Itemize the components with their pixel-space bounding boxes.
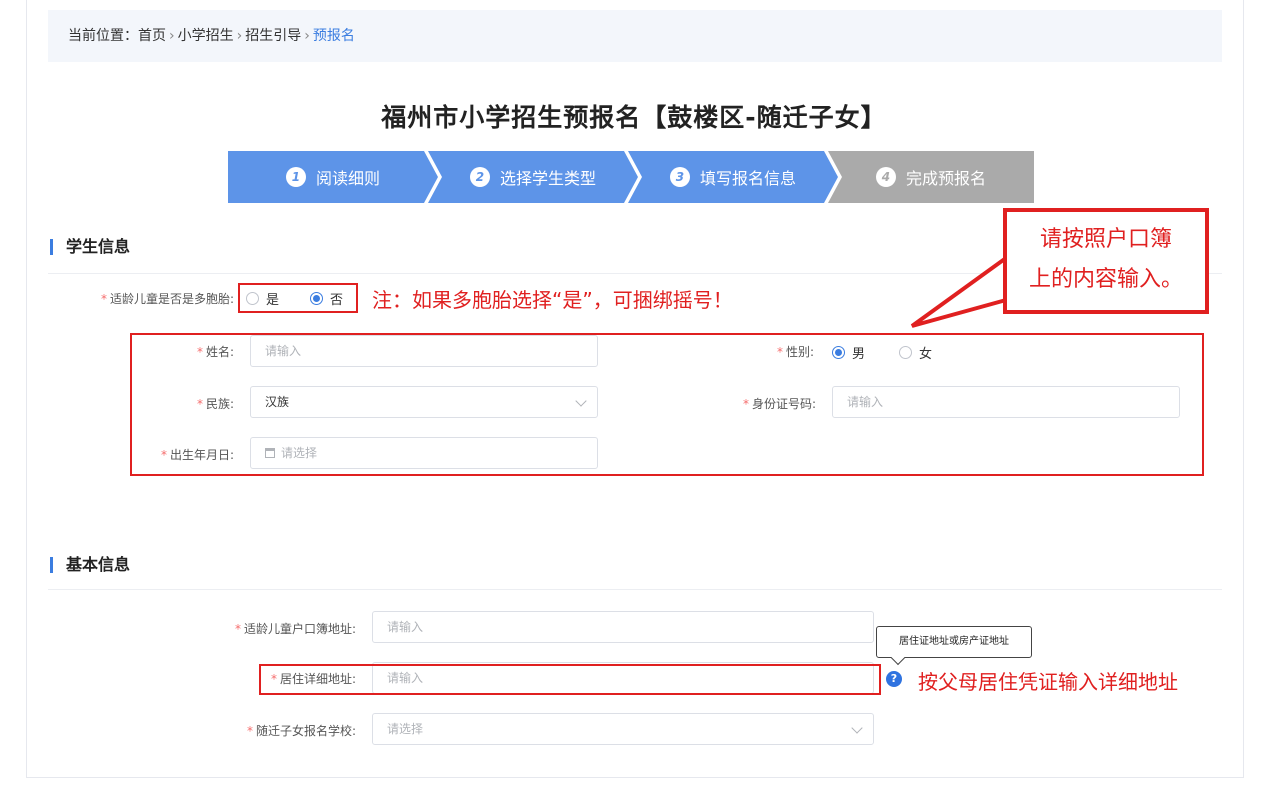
divider: [48, 589, 1222, 590]
calendar-icon: [265, 448, 275, 458]
step-complete: 4 完成预报名: [828, 151, 1034, 203]
step-read-rules: 1 阅读细则: [228, 151, 438, 203]
progress-steps: 1 阅读细则 2 选择学生类型 3 填写报名信息 4 完成预报名: [228, 151, 1034, 203]
breadcrumb-separator: ›: [236, 28, 243, 44]
chevron-down-icon: [575, 395, 587, 407]
residence-note: 按父母居住凭证输入详细地址: [918, 670, 1178, 694]
page-title: 福州市小学招生预报名【鼓楼区-随迁子女】: [381, 103, 887, 132]
section-title-basic: 基本信息: [50, 555, 130, 575]
multi-birth-label: * 适龄儿童是否是多胞胎:: [100, 292, 234, 306]
chevron-down-icon: [851, 722, 863, 734]
step-number: 3: [669, 167, 690, 187]
step-number: 2: [469, 167, 490, 187]
breadcrumb-home[interactable]: 首页: [138, 28, 166, 44]
annotation-box-residence: [259, 664, 881, 695]
breadcrumb-separator: ›: [304, 28, 310, 44]
step-number: 1: [285, 167, 306, 187]
step-select-student-type: 2 选择学生类型: [428, 151, 638, 203]
school-placeholder: 请选择: [387, 722, 424, 736]
birthdate-label: * 出生年月日:: [160, 448, 234, 462]
breadcrumb-guide[interactable]: 招生引导: [245, 28, 301, 44]
multi-birth-note: 注：如果多胞胎选择“是”，可捆绑摇号！: [372, 288, 733, 312]
ethnicity-select[interactable]: 汉族: [250, 386, 598, 418]
name-label: * 姓名:: [196, 345, 234, 359]
hukou-address-input[interactable]: 请输入: [372, 611, 874, 643]
ethnicity-value: 汉族: [265, 395, 290, 409]
birthdate-picker[interactable]: 请选择: [250, 437, 598, 469]
step-fill-info: 3 填写报名信息: [628, 151, 838, 203]
question-icon[interactable]: ?: [886, 671, 902, 687]
callout-hukou-note: 请按照户口簿 上的内容输入。: [1003, 208, 1209, 314]
gender-label: * 性别:: [776, 345, 814, 359]
ethnicity-label: * 民族:: [196, 397, 234, 411]
school-label: * 随迁子女报名学校:: [246, 724, 356, 738]
breadcrumb-prefix: 当前位置：: [68, 28, 138, 44]
residence-tooltip: 居住证地址或房产证地址: [876, 626, 1032, 658]
section-title-student: 学生信息: [50, 237, 130, 257]
breadcrumb-primary-enrollment[interactable]: 小学招生: [178, 28, 234, 44]
gender-female-radio[interactable]: 女: [899, 343, 932, 362]
step-label: 选择学生类型: [499, 169, 596, 188]
callout-line-1: 请按照户口簿: [1039, 227, 1172, 252]
name-input[interactable]: 请输入: [250, 335, 598, 367]
annotation-box-multi-birth: [238, 283, 358, 313]
school-select[interactable]: 请选择: [372, 713, 874, 745]
gender-male-radio[interactable]: 男: [832, 343, 865, 362]
radio-circle: [899, 346, 912, 359]
step-label: 完成预报名: [905, 169, 986, 188]
step-label: 阅读细则: [315, 169, 380, 188]
id-number-input[interactable]: 请输入: [832, 386, 1180, 418]
breadcrumb-current: 预报名: [312, 28, 355, 44]
breadcrumb-separator: ›: [169, 28, 175, 44]
callout-line-2: 上的内容输入。: [1028, 267, 1183, 292]
step-label: 填写报名信息: [699, 169, 796, 188]
id-number-label: * 身份证号码:: [742, 397, 816, 411]
breadcrumb: 当前位置：首页 › 小学招生 › 招生引导 › 预报名: [48, 10, 1222, 62]
radio-circle-selected: [832, 346, 845, 359]
hukou-address-label: * 适龄儿童户口簿地址:: [234, 622, 356, 636]
step-number: 4: [875, 167, 896, 187]
